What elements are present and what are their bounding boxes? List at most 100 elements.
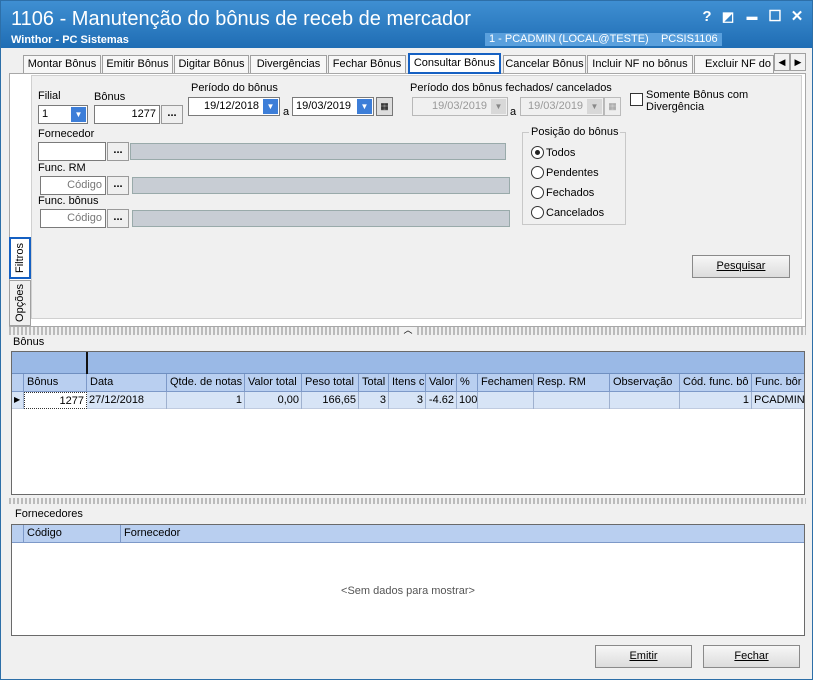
col-valor[interactable]: Valor (426, 374, 457, 392)
col-cod-func-bonus[interactable]: Cód. func. bô (680, 374, 752, 392)
func-rm-label: Func. RM (38, 162, 86, 174)
chevron-down-icon[interactable]: ▼ (357, 99, 372, 114)
table-row[interactable]: ▶ 1277 27/12/2018 1 0,00 166,65 3 3 -4.6… (12, 392, 804, 409)
tab-montar-bonus[interactable]: Montar Bônus (23, 55, 101, 73)
cell-qtde-notas[interactable]: 1 (167, 392, 245, 409)
periodo-inicio-date[interactable]: 19/12/2018 ▼ (188, 97, 280, 116)
cell-resp-rm[interactable] (534, 392, 610, 409)
col-codigo[interactable]: Código (24, 525, 121, 543)
func-bonus-label: Func. bônus (38, 195, 99, 207)
func-rm-search-button[interactable]: ... (107, 176, 129, 195)
emitir-label: Emitir (629, 650, 658, 662)
col-data[interactable]: Data (87, 374, 167, 392)
chevron-down-icon[interactable]: ▼ (587, 99, 602, 114)
col-resp-rm[interactable]: Resp. RM (534, 374, 610, 392)
fechar-button[interactable]: Fechar (703, 645, 800, 668)
col-observacao[interactable]: Observação (610, 374, 680, 392)
cell-cod-func-bonus[interactable]: 1 (680, 392, 752, 409)
radio-cancelados-label: Cancelados (546, 207, 605, 219)
maximize-icon[interactable]: ☐ (765, 7, 785, 27)
filial-select[interactable]: 1 ▼ (38, 105, 88, 124)
cell-peso-total[interactable]: 166,65 (302, 392, 359, 409)
func-bonus-search-button[interactable]: ... (107, 209, 129, 228)
pesquisar-button[interactable]: Pesquisar (692, 255, 790, 278)
close-icon[interactable]: ✕ (787, 7, 807, 27)
tab-emitir-bonus[interactable]: Emitir Bônus (102, 55, 173, 73)
fechados-fim-date[interactable]: 19/03/2019 ▼ (520, 97, 604, 116)
func-bonus-name-display (132, 210, 510, 227)
routine-code: PCSIS1106 (660, 33, 718, 45)
cell-data[interactable]: 27/12/2018 (87, 392, 167, 409)
col-func-bonus[interactable]: Func. bôr (752, 374, 804, 392)
col-total[interactable]: Total (359, 374, 389, 392)
bonus-search-button[interactable]: ... (161, 105, 183, 124)
periodo-fim-date[interactable]: 19/03/2019 ▼ (292, 97, 374, 116)
fornecedor-code-input[interactable] (38, 142, 106, 161)
user-info: 1 - PCADMIN (LOCAL@TESTE) (489, 33, 649, 45)
bonus-label: Bônus (94, 91, 126, 103)
cell-observacao[interactable] (610, 392, 680, 409)
tab-digitar-bonus[interactable]: Digitar Bônus (174, 55, 249, 73)
grid-splitter[interactable] (9, 498, 806, 504)
func-bonus-code-input[interactable]: Código (40, 209, 106, 228)
cell-valor-total[interactable]: 0,00 (245, 392, 302, 409)
tab-divergencias[interactable]: Divergências (250, 55, 327, 73)
cell-valor[interactable]: -4.62 (426, 392, 457, 409)
tab-consultar-bonus[interactable]: Consultar Bônus (408, 53, 501, 74)
func-rm-code-input[interactable]: Código (40, 176, 106, 195)
row-indicator-header (12, 525, 24, 543)
radio-cancelados[interactable] (531, 206, 544, 219)
col-fornecedor[interactable]: Fornecedor (121, 525, 804, 543)
calendar-icon[interactable]: ▦ (604, 97, 621, 116)
collapse-up-icon[interactable]: ︿ (399, 326, 417, 335)
help-icon[interactable]: ? (697, 7, 717, 27)
radio-fechados[interactable] (531, 186, 544, 199)
calendar-icon[interactable]: ▦ (376, 97, 393, 116)
cell-func-bonus[interactable]: PCADMIN (752, 392, 804, 409)
radio-fechados-label: Fechados (546, 187, 595, 199)
radio-pendentes[interactable] (531, 166, 544, 179)
fornecedor-search-button[interactable]: ... (107, 142, 129, 161)
chevron-down-icon[interactable]: ▼ (71, 107, 86, 122)
fechados-inicio-date[interactable]: 19/03/2019 ▼ (412, 97, 508, 116)
cell-itens[interactable]: 3 (389, 392, 426, 409)
fechados-separator: a (510, 106, 517, 118)
chevron-down-icon[interactable]: ▼ (491, 99, 506, 114)
col-itens[interactable]: Itens c (389, 374, 426, 392)
periodo-fim-value: 19/03/2019 (296, 100, 352, 112)
tab-scroll-left-icon[interactable]: ◀ (774, 53, 790, 71)
col-fechamento[interactable]: Fechamen (478, 374, 534, 392)
cell-fechamento[interactable] (478, 392, 534, 409)
tab-strip: Montar Bônus Emitir Bônus Digitar Bônus … (9, 53, 806, 74)
periodo-inicio-value: 19/12/2018 (204, 100, 260, 112)
col-qtde-notas[interactable]: Qtde. de notas (167, 374, 245, 392)
col-percent[interactable]: % (457, 374, 478, 392)
emitir-button[interactable]: Emitir (595, 645, 692, 668)
col-bonus[interactable]: Bônus (24, 374, 87, 392)
filial-label: Filial (38, 90, 61, 102)
side-tab-opcoes[interactable]: Opções (9, 280, 31, 326)
radio-todos[interactable] (531, 146, 544, 159)
cell-percent[interactable]: 100 (457, 392, 478, 409)
tab-scroll-right-icon[interactable]: ▶ (790, 53, 806, 71)
row-indicator-header (12, 374, 24, 392)
tab-fechar-bonus[interactable]: Fechar Bônus (328, 55, 406, 73)
tab-incluir-nf[interactable]: Incluir NF no bônus (587, 55, 693, 73)
minimize-icon[interactable]: ▬ (742, 7, 762, 27)
row-pointer-icon: ▶ (12, 392, 24, 409)
side-tab-opcoes-label: Opções (14, 284, 26, 322)
periodo-label: Período do bônus (191, 82, 278, 94)
fornecedores-grid-header: Código Fornecedor (12, 525, 804, 543)
cell-bonus[interactable]: 1277 (24, 392, 87, 409)
col-peso-total[interactable]: Peso total (302, 374, 359, 392)
tab-excluir-nf[interactable]: Excluir NF do bônus (694, 55, 774, 73)
col-valor-total[interactable]: Valor total (245, 374, 302, 392)
side-tab-filtros[interactable]: Filtros (9, 237, 31, 279)
fechados-inicio-value: 19/03/2019 (432, 100, 488, 112)
restore-layout-icon[interactable]: ◩ (718, 7, 738, 27)
bonus-input[interactable]: 1277 (94, 105, 160, 124)
cell-total[interactable]: 3 (359, 392, 389, 409)
chevron-down-icon[interactable]: ▼ (263, 99, 278, 114)
somente-divergencia-checkbox[interactable] (630, 93, 643, 106)
tab-cancelar-bonus[interactable]: Cancelar Bônus (503, 55, 586, 73)
